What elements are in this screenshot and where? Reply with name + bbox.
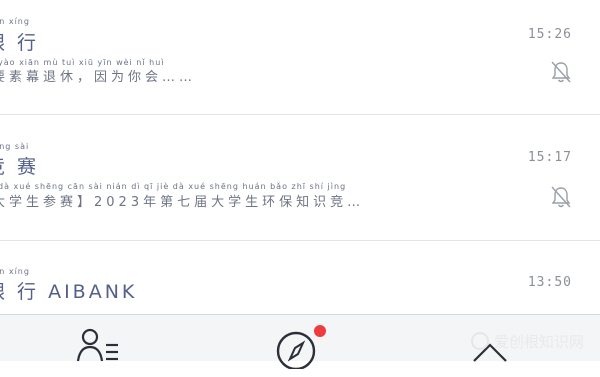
muted-bell-icon	[550, 60, 572, 84]
muted-bell-icon	[550, 185, 572, 209]
preview-pinyin: dà xué shēng cān sài nián dì qī jiè dà x…	[0, 182, 347, 191]
conversation-item[interactable]: ìng sài 竞 赛 15:17 dà xué shēng cān sài n…	[0, 115, 600, 240]
title-pinyin: ín xíng	[0, 267, 30, 276]
conversation-time: 15:26	[527, 27, 572, 42]
tab-discover[interactable]	[274, 321, 326, 371]
title-pinyin: ìng sài	[0, 142, 30, 151]
conversation-title: 银 行 AIBANK	[0, 281, 138, 303]
watermark-logo-icon	[470, 332, 489, 350]
contacts-icon	[74, 327, 122, 371]
conversation-preview: 要素幕退休，因为你会……	[0, 70, 197, 85]
conversation-time: 13:50	[527, 275, 572, 290]
title-pinyin: ín xíng	[0, 17, 30, 26]
conversation-title: 银 行	[0, 32, 40, 54]
tab-contacts[interactable]	[74, 321, 122, 365]
conversation-list: ín xíng 银 行 15:26 yào xiān mù tuì xiū yī…	[0, 0, 600, 314]
bottom-tab-bar: 爱创根知识网	[0, 314, 600, 371]
conversation-title: 竞 赛	[0, 156, 40, 178]
watermark-text: 爱创根知识网	[493, 332, 584, 351]
notification-badge	[314, 325, 326, 337]
conversation-time: 15:17	[527, 150, 572, 165]
compass-icon	[274, 329, 322, 373]
site-watermark: 爱创根知识网	[470, 327, 584, 355]
conversation-preview: 大学生参赛】2023年第七届大学生环保知识竞…	[0, 195, 365, 210]
conversation-item[interactable]: ín xíng 银 行 AIBANK 13:50	[0, 241, 600, 314]
conversation-item[interactable]: ín xíng 银 行 15:26 yào xiān mù tuì xiū yī…	[0, 0, 600, 114]
